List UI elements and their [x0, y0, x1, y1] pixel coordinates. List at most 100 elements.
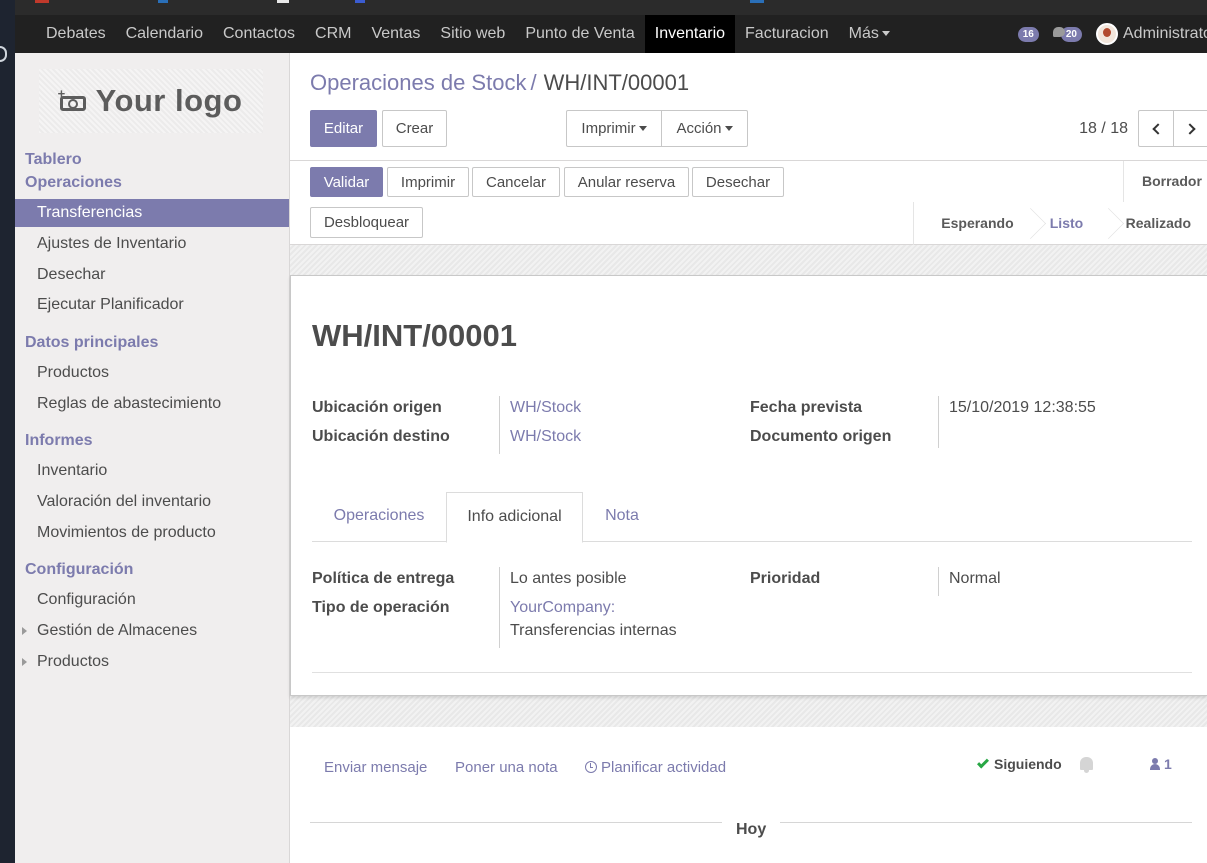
action-dropdown[interactable]: Acción [661, 110, 748, 147]
scheduled-date-value: 15/10/2019 12:38:55 [949, 399, 1096, 416]
stage-separator [1106, 202, 1120, 245]
user-menu[interactable]: Administrator [1123, 25, 1207, 43]
field-divider [938, 567, 939, 596]
tab-content-divider [312, 672, 1192, 673]
nav-crm[interactable]: CRM [305, 15, 361, 53]
chevron-right-icon [1183, 122, 1196, 135]
nav-calendario[interactable]: Calendario [116, 15, 213, 53]
sidebar-item-ejecutar-planificador[interactable]: Ejecutar Planificador [15, 291, 289, 319]
pager-next-button[interactable] [1173, 110, 1207, 147]
following-label: Siguiendo [994, 756, 1062, 772]
scrap-button[interactable]: Desechar [692, 167, 784, 197]
cancel-button[interactable]: Cancelar [472, 167, 560, 197]
followers-button[interactable]: 1 [1150, 756, 1172, 772]
bell-icon[interactable] [1080, 757, 1093, 773]
sidebar-item-inventario[interactable]: Inventario [15, 457, 289, 485]
delivery-policy-label: Política de entrega [312, 570, 455, 587]
activity-count-badge: 16 [1017, 26, 1039, 42]
origin-location-link[interactable]: WH/Stock [510, 399, 581, 417]
status-draft-label: Borrador [1142, 173, 1202, 189]
breadcrumb-separator: / [530, 70, 537, 95]
follow-button[interactable]: Siguiendo [976, 756, 1062, 772]
sidebar-item-transferencias[interactable]: Transferencias [15, 199, 289, 227]
sidebar-item-config-productos[interactable]: Productos [15, 648, 289, 676]
sidebar-item-productos[interactable]: Productos [15, 359, 289, 387]
os-edge-icon [0, 46, 7, 62]
main-navbar: Debates Calendario Contactos CRM Ventas … [15, 15, 1207, 53]
breadcrumb-parent-link[interactable]: Operaciones de Stock [310, 70, 526, 95]
source-document-label: Documento origen [750, 428, 892, 445]
field-divider [499, 567, 500, 648]
send-message-button[interactable]: Enviar mensaje [324, 759, 427, 776]
scheduled-date-label: Fecha prevista [750, 399, 863, 416]
schedule-activity-label: Planificar actividad [601, 759, 727, 776]
sidebar-section-configuracion[interactable]: Configuración [25, 561, 133, 579]
sidebar-item-valoracion[interactable]: Valoración del inventario [15, 488, 289, 516]
field-divider [938, 396, 939, 448]
tab-info-adicional[interactable]: Info adicional [446, 492, 583, 543]
nav-facturacion[interactable]: Facturacion [735, 15, 839, 53]
navbar-systray: 16 20 Administrator [1017, 15, 1207, 53]
breadcrumb: Operaciones de Stock / WH/INT/00001 [310, 70, 689, 96]
nav-inventario[interactable]: Inventario [644, 15, 736, 53]
sidebar-item-tablero[interactable]: Tablero [25, 151, 82, 169]
sidebar-section-datos-principales[interactable]: Datos principales [25, 334, 158, 352]
print-dropdown[interactable]: Imprimir [566, 110, 662, 147]
nav-contactos[interactable]: Contactos [213, 15, 305, 53]
pager-previous-button[interactable] [1138, 110, 1174, 147]
unreserve-button[interactable]: Anular reserva [564, 167, 689, 197]
tab-nota[interactable]: Nota [583, 492, 661, 542]
caret-down-icon [881, 31, 890, 37]
status-draft[interactable]: Borrador [1123, 161, 1207, 202]
schedule-activity-button[interactable]: Planificar actividad [585, 759, 726, 776]
logo-text: Your logo [95, 83, 243, 118]
sidebar-item-gestion-almacenes[interactable]: Gestión de Almacenes [15, 617, 289, 645]
sidebar-item-configuracion[interactable]: Configuración [15, 586, 289, 614]
nav-more-menu[interactable]: Más [839, 15, 900, 53]
form-background [290, 696, 1207, 727]
edit-button[interactable]: Editar [310, 110, 377, 147]
expand-triangle-icon [22, 627, 27, 635]
priority-value: Normal [949, 570, 1001, 587]
dest-location-link[interactable]: WH/Stock [510, 428, 581, 446]
stage-separator [1028, 202, 1042, 245]
sidebar-section-operaciones[interactable]: Operaciones [25, 174, 122, 192]
unlock-button[interactable]: Desbloquear [310, 207, 423, 238]
pager-value[interactable]: 18 / 18 [1079, 120, 1128, 138]
sidebar-item-desechar[interactable]: Desechar [15, 261, 289, 289]
nav-ventas[interactable]: Ventas [361, 15, 430, 53]
tab-operaciones[interactable]: Operaciones [312, 492, 446, 542]
caret-down-icon [638, 126, 647, 131]
chevron-left-icon [1151, 122, 1164, 135]
log-note-button[interactable]: Poner una nota [455, 759, 558, 776]
check-icon [976, 756, 990, 769]
validate-button[interactable]: Validar [310, 167, 383, 197]
sidebar-section-informes[interactable]: Informes [25, 432, 93, 450]
operation-type-company[interactable]: YourCompany: [510, 599, 615, 617]
field-divider [499, 396, 500, 454]
create-button[interactable]: Crear [382, 110, 447, 147]
origin-location-label: Ubicación origen [312, 399, 442, 416]
messaging-menu[interactable]: 20 [1052, 26, 1082, 42]
form-background [290, 245, 1207, 275]
camera-icon: + [58, 87, 86, 111]
sidebar-item-reglas-abastecimiento[interactable]: Reglas de abastecimiento [15, 390, 289, 418]
delivery-policy-value: Lo antes posible [510, 570, 627, 587]
os-left-edge [0, 0, 15, 863]
followers-count: 1 [1164, 756, 1172, 772]
print-button[interactable]: Imprimir [387, 167, 469, 197]
activity-menu[interactable]: 16 [1017, 26, 1039, 42]
status-waiting[interactable]: Esperando [914, 202, 1028, 245]
priority-label: Prioridad [750, 570, 821, 587]
sidebar: + Your logo Tablero Operaciones Transfer… [15, 53, 290, 863]
user-avatar[interactable] [1096, 23, 1118, 45]
sidebar-item-ajustes-inventario[interactable]: Ajustes de Inventario [15, 230, 289, 258]
nav-sitio-web[interactable]: Sitio web [430, 15, 515, 53]
sidebar-item-movimientos[interactable]: Movimientos de producto [15, 519, 289, 547]
breadcrumb-current: WH/INT/00001 [543, 70, 690, 95]
nav-punto-de-venta[interactable]: Punto de Venta [515, 15, 644, 53]
nav-debates[interactable]: Debates [36, 15, 116, 53]
company-logo[interactable]: + Your logo [39, 69, 263, 133]
os-top-strip [15, 0, 1207, 15]
dest-location-label: Ubicación destino [312, 428, 450, 445]
